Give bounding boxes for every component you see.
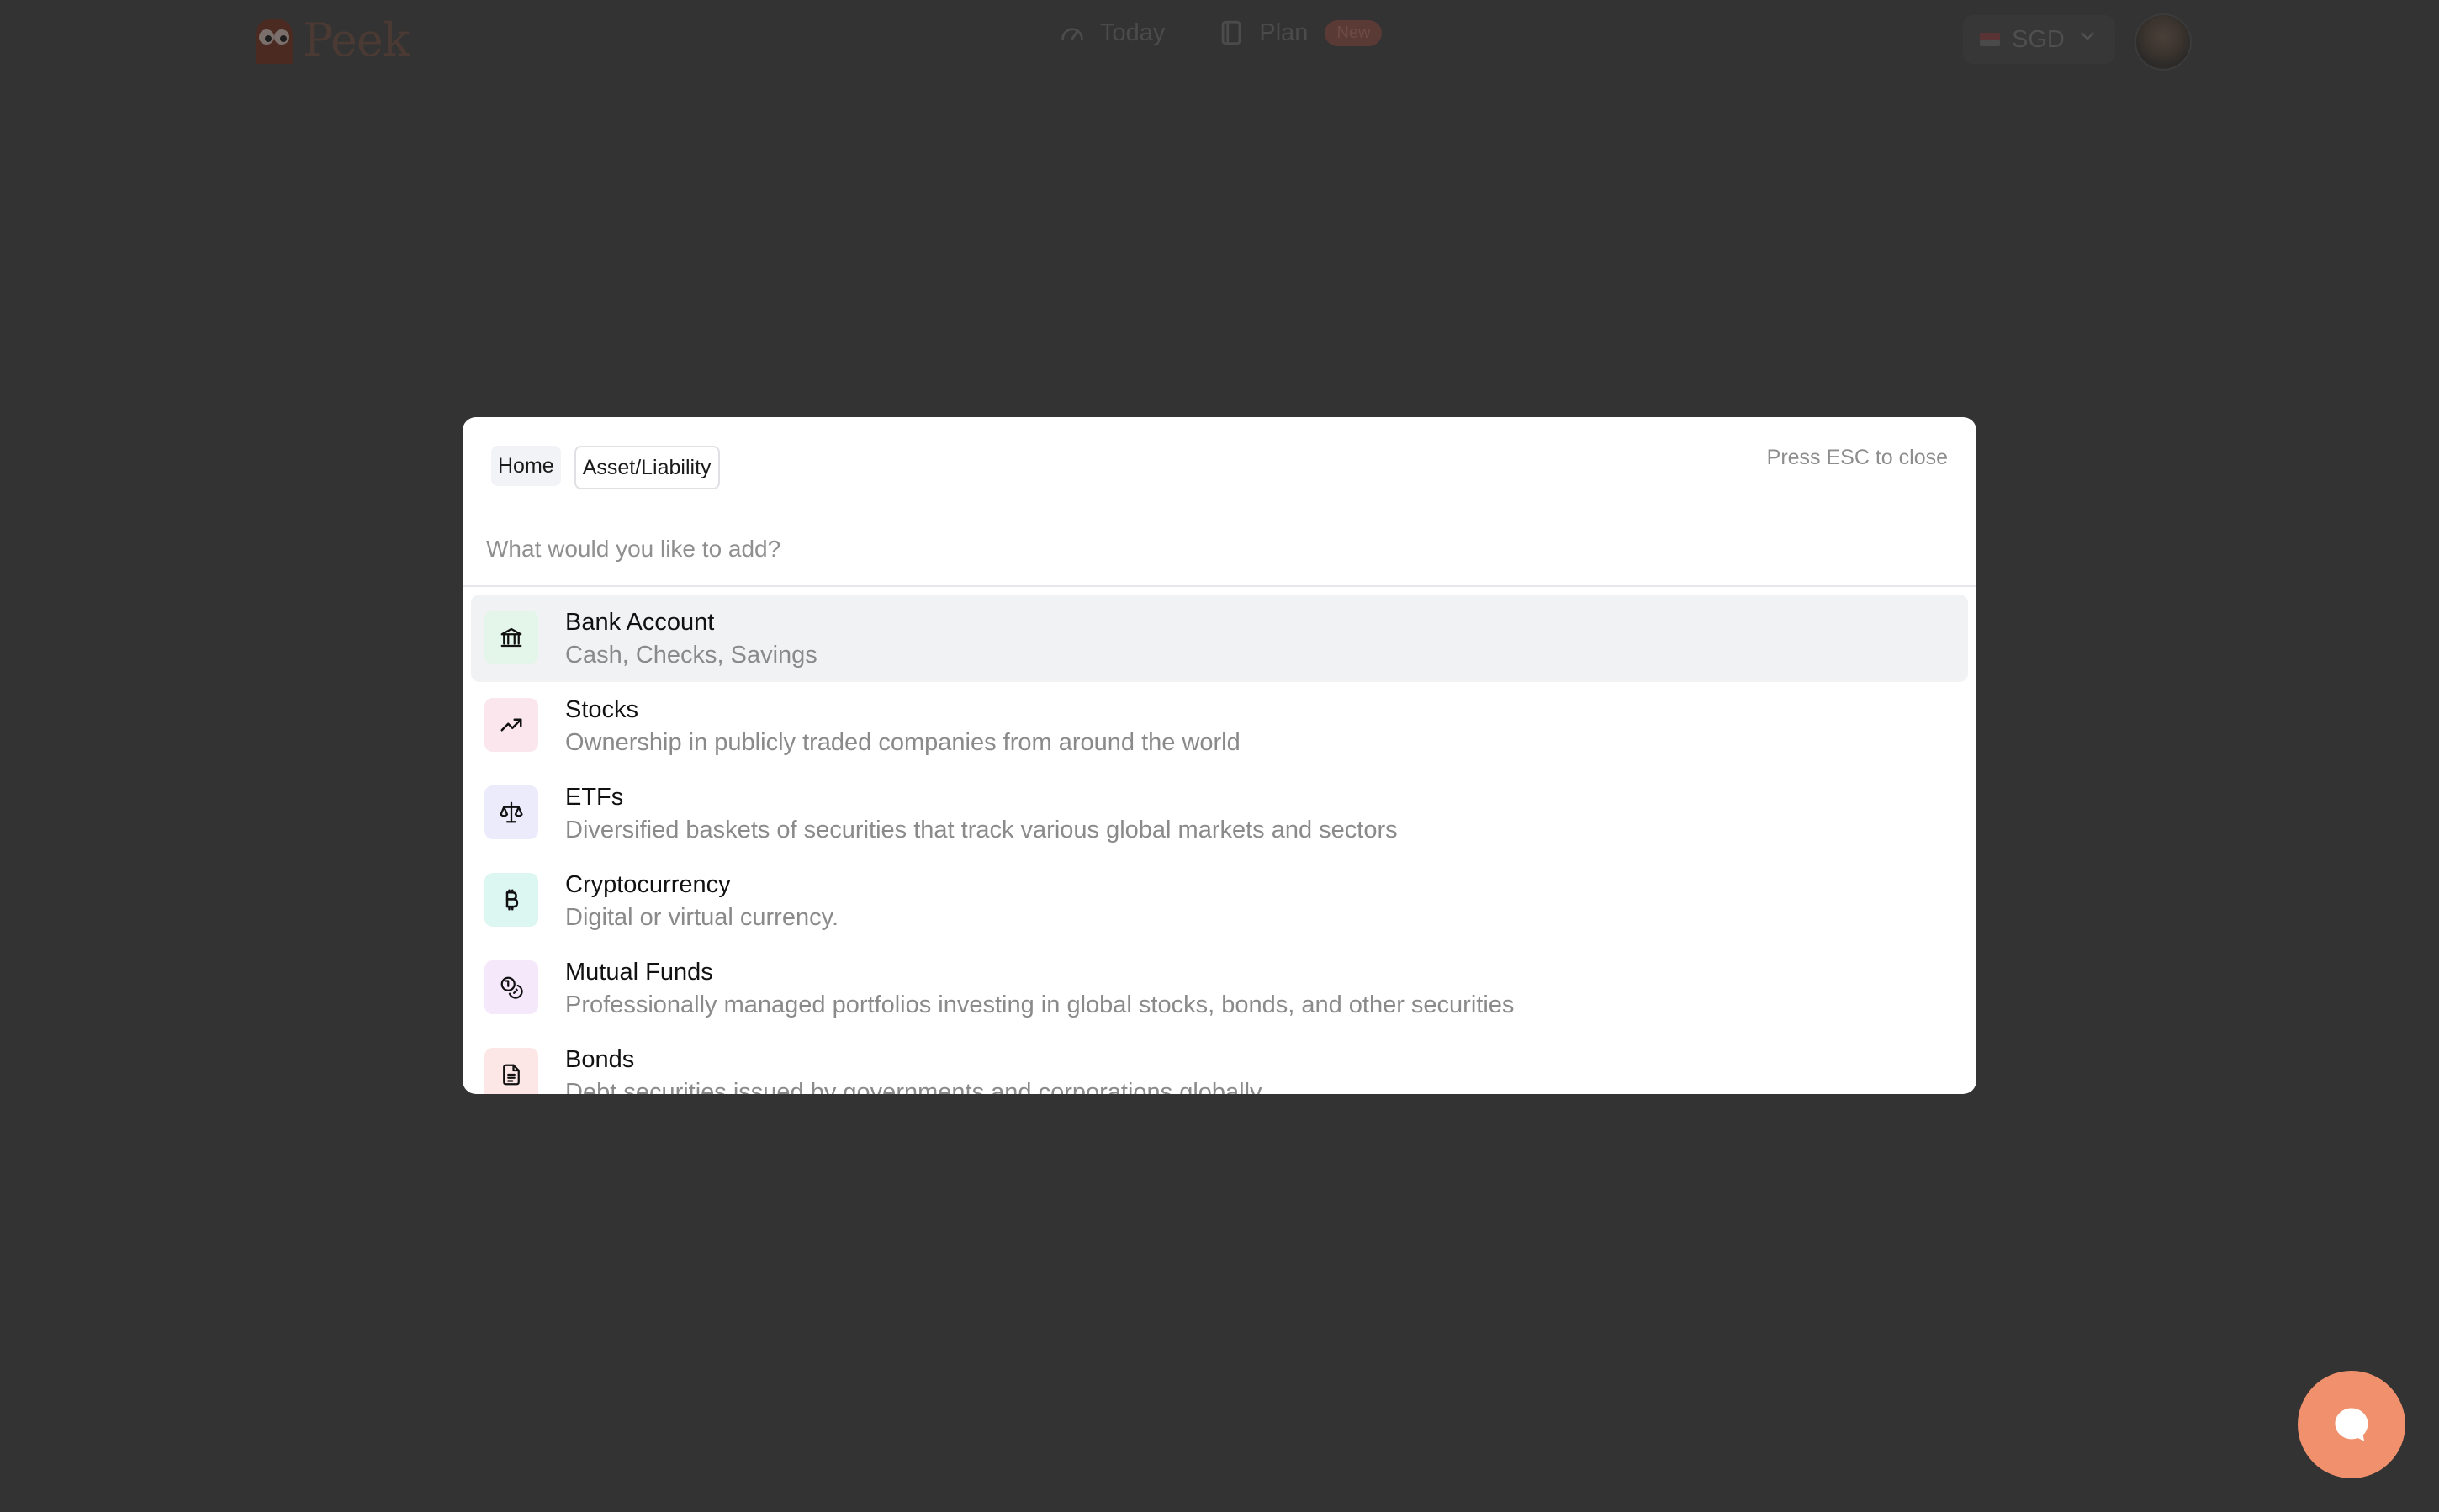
user-avatar[interactable]	[2135, 13, 2192, 71]
nav-today[interactable]: Today	[1058, 19, 1165, 47]
breadcrumb: Home Asset/Liability	[491, 446, 720, 489]
item-subtitle: Professionally managed portfolios invest…	[565, 991, 1515, 1018]
top-navigation: Peek Today Plan New SGD	[0, 0, 2439, 82]
scale-icon	[484, 785, 538, 839]
list-item-cryptocurrency[interactable]: Cryptocurrency Digital or virtual curren…	[471, 857, 1968, 944]
item-title: Bonds	[565, 1046, 635, 1073]
nav-plan[interactable]: Plan New	[1217, 19, 1383, 47]
item-title: Bank Account	[565, 609, 715, 636]
new-badge: New	[1325, 19, 1383, 46]
item-subtitle: Diversified baskets of securities that t…	[565, 817, 1398, 843]
divider	[463, 585, 1976, 587]
item-subtitle: Ownership in publicly traded companies f…	[565, 729, 1241, 756]
chat-launcher-button[interactable]	[2298, 1371, 2405, 1478]
list-item-bank-account[interactable]: Bank Account Cash, Checks, Savings	[471, 595, 1968, 682]
breadcrumb-home[interactable]: Home	[491, 446, 561, 486]
chat-bubble-icon	[2335, 1408, 2368, 1441]
list-item-bonds[interactable]: Bonds Debt securities issued by governme…	[471, 1032, 1968, 1094]
nav-today-label: Today	[1100, 19, 1166, 46]
trending-up-icon	[484, 698, 538, 752]
book-icon	[1222, 20, 1241, 45]
singapore-flag-icon	[1980, 33, 2000, 46]
breadcrumb-asset-liability[interactable]: Asset/Liability	[574, 446, 720, 489]
modal-header: Home Asset/Liability Press ESC to close	[463, 417, 1976, 585]
item-title: Cryptocurrency	[565, 871, 731, 898]
currency-selector[interactable]: SGD	[1963, 15, 2115, 64]
add-asset-modal: Home Asset/Liability Press ESC to close …	[463, 417, 1976, 1094]
nav-plan-label: Plan	[1259, 19, 1309, 46]
document-icon	[484, 1048, 538, 1094]
item-subtitle: Cash, Checks, Savings	[565, 642, 817, 669]
esc-hint: Press ESC to close	[1766, 446, 1948, 469]
list-item-mutual-funds[interactable]: Mutual Funds Professionally managed port…	[471, 944, 1968, 1032]
search-input[interactable]	[484, 535, 1951, 563]
gauge-icon	[1061, 28, 1083, 40]
list-item-etfs[interactable]: ETFs Diversified baskets of securities t…	[471, 769, 1968, 857]
item-title: Stocks	[565, 696, 639, 723]
bank-icon	[484, 611, 538, 664]
item-subtitle: Debt securities issued by governments an…	[565, 1079, 1262, 1094]
brand-name: Peek	[303, 13, 410, 66]
list-item-stocks[interactable]: Stocks Ownership in publicly traded comp…	[471, 682, 1968, 769]
asset-type-list: Bank Account Cash, Checks, Savings Stock…	[471, 595, 1968, 1094]
peek-mascot-icon	[256, 18, 293, 64]
currency-code: SGD	[2012, 25, 2065, 53]
main-nav: Today Plan New	[1058, 19, 1383, 47]
chevron-down-icon	[2077, 25, 2098, 54]
item-title: Mutual Funds	[565, 959, 713, 986]
item-subtitle: Digital or virtual currency.	[565, 904, 839, 931]
brand-logo[interactable]: Peek	[249, 13, 410, 66]
item-title: ETFs	[565, 784, 624, 811]
bitcoin-icon	[484, 873, 538, 927]
coins-icon	[484, 960, 538, 1014]
